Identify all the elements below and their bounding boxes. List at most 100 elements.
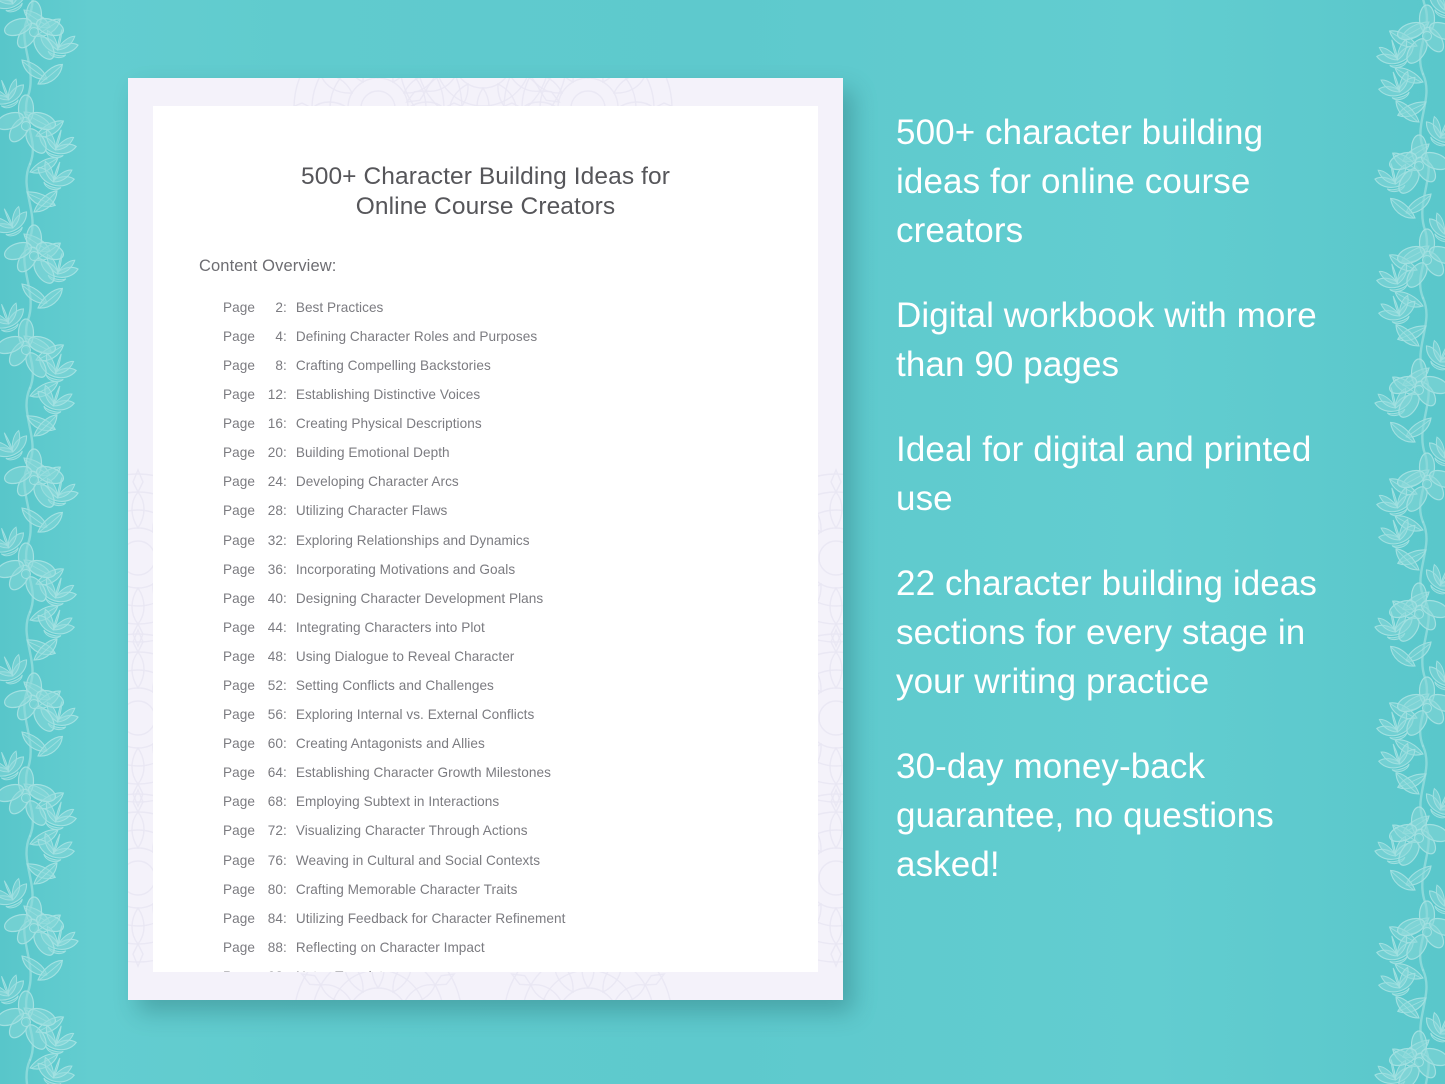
toc-section-title: Reflecting on Character Impact <box>295 939 485 955</box>
toc-row[interactable]: Page92:Notes Template <box>223 962 818 972</box>
toc-row[interactable]: Page 40: Designing Character Development P… <box>223 584 818 613</box>
toc-page-label: Page <box>223 794 255 810</box>
toc-page-label: Page <box>223 328 255 344</box>
toc-section-title: Integrating Characters into Plot <box>295 619 485 635</box>
toc-separator: : <box>283 852 287 868</box>
workbook-preview-card[interactable]: 500+ Character Building Ideas for Online… <box>128 78 843 1000</box>
toc-row[interactable]: Page 2: Best Practices <box>223 293 818 322</box>
content-overview-label: Content Overview: <box>199 256 337 275</box>
toc-row[interactable]: Page 16: Creating Physical Descriptions <box>223 409 818 438</box>
toc-separator: : <box>283 299 287 315</box>
toc-row[interactable]: Page 68: Employing Subtext in Interactions <box>223 787 818 816</box>
toc-row[interactable]: Page 56: Exploring Internal vs. External C… <box>223 700 818 729</box>
page-title-line-2: Online Course Creators <box>355 192 616 220</box>
toc-page-label: Page <box>223 707 255 723</box>
toc-page-number: 48 <box>267 648 283 664</box>
toc-page-label: Page <box>223 962 261 972</box>
toc-section-title: Crafting Memorable Character Traits <box>295 881 518 897</box>
toc-row[interactable]: Page 20: Building Emotional Depth <box>223 438 818 467</box>
toc-page-number: 76 <box>267 852 283 868</box>
toc-page-number: 36 <box>267 561 283 577</box>
toc-page-number: 80 <box>267 881 283 897</box>
toc-row[interactable]: Page 52: Setting Conflicts and Challenges <box>223 671 818 700</box>
promo-feature-1: 500+ character building ideas for online… <box>896 113 1264 250</box>
toc-page-label: Page <box>223 474 255 490</box>
toc-page-label: Page <box>223 299 255 315</box>
toc-page-label: Page <box>223 590 255 606</box>
toc-row[interactable]: Page 44: Integrating Characters into Plot <box>223 613 818 642</box>
toc-page-number: 12 <box>267 387 283 403</box>
toc-row[interactable]: Page 88: Reflecting on Character Impact <box>223 933 818 962</box>
promo-feature-list: 500+ character building ideas for online… <box>896 108 1348 889</box>
toc-page-number: 52 <box>267 677 283 693</box>
toc-separator: : <box>283 357 287 373</box>
toc-page-label: Page <box>223 881 255 897</box>
toc-separator: : <box>283 590 287 606</box>
toc-page-label: Page <box>223 619 255 635</box>
toc-separator: : <box>283 677 287 693</box>
toc-page-number: 16 <box>267 416 283 432</box>
toc-section-title: Creating Physical Descriptions <box>295 416 482 432</box>
toc-section-title: Utilizing Character Flaws <box>295 503 448 519</box>
toc-row[interactable]: Page 32: Exploring Relationships and Dynam… <box>223 526 818 555</box>
page-title: 500+ Character Building Ideas for Online… <box>153 106 818 222</box>
toc-section-title: Best Practices <box>295 299 384 315</box>
toc-page-number: 84 <box>267 910 283 926</box>
toc-section-title: Using Dialogue to Reveal Character <box>295 648 515 664</box>
toc-separator: : <box>283 416 287 432</box>
toc-row[interactable]: Page 64: Establishing Character Growth Mil… <box>223 758 818 787</box>
toc-separator: : <box>283 910 287 926</box>
toc-row[interactable]: Page 80: Crafting Memorable Character Trai… <box>223 875 818 904</box>
table-of-contents: Page 2: Best Practices Page 4: Defining Chara… <box>153 276 818 972</box>
toc-section-title: Establishing Distinctive Voices <box>295 387 481 403</box>
toc-page-label: Page <box>223 852 255 868</box>
toc-page-label: Page <box>223 445 255 461</box>
toc-row[interactable]: Page 48: Using Dialogue to Reveal Characte… <box>223 642 818 671</box>
toc-separator: : <box>283 736 287 752</box>
toc-page-number: 4 <box>275 328 283 344</box>
product-listing-image: 500+ Character Building Ideas for Online… <box>0 0 1445 1084</box>
toc-page-label: Page <box>223 765 255 781</box>
toc-section-title: Weaving in Cultural and Social Contexts <box>295 852 541 868</box>
toc-section-title: Defining Character Roles and Purposes <box>295 328 538 344</box>
toc-section-title: Developing Character Arcs <box>295 474 459 490</box>
promo-feature-2: Digital workbook with more than 90 pages <box>896 296 1317 384</box>
toc-page-label: Page <box>223 561 255 577</box>
toc-section-title: Building Emotional Depth <box>295 445 450 461</box>
toc-page-number: 60 <box>267 736 283 752</box>
toc-page-number: 68 <box>267 794 283 810</box>
toc-row[interactable]: Page 60: Creating Antagonists and Allies <box>223 729 818 758</box>
toc-section-title: Exploring Relationships and Dynamics <box>295 532 530 548</box>
promo-feature-5: 30-day money-back guarantee, no question… <box>896 747 1274 884</box>
toc-row[interactable]: Page 84: Utilizing Feedback for Character … <box>223 904 818 933</box>
toc-row[interactable]: Page 76: Weaving in Cultural and Social Co… <box>223 846 818 875</box>
toc-page-number: 92 <box>261 962 283 972</box>
toc-row[interactable]: Page 24: Developing Character Arcs <box>223 467 818 496</box>
toc-section-title: Setting Conflicts and Challenges <box>295 677 494 693</box>
toc-row[interactable]: Page 36: Incorporating Motivations and Goa… <box>223 555 818 584</box>
promo-feature-3: Ideal for digital and printed use <box>896 430 1312 518</box>
toc-row[interactable]: Page 28: Utilizing Character Flaws <box>223 496 818 525</box>
toc-page-number: 88 <box>267 939 283 955</box>
toc-separator: : <box>283 962 296 972</box>
toc-section-title: Notes Template <box>296 962 391 972</box>
toc-page-number: 56 <box>267 707 283 723</box>
toc-page-label: Page <box>223 387 255 403</box>
toc-row[interactable]: Page 4: Defining Character Roles and Purpo… <box>223 322 818 351</box>
toc-separator: : <box>283 707 287 723</box>
toc-section-title: Designing Character Development Plans <box>295 590 544 606</box>
toc-row[interactable]: Page 8: Crafting Compelling Backstories <box>223 351 818 380</box>
toc-page-number: 44 <box>267 619 283 635</box>
toc-page-number: 2 <box>275 299 283 315</box>
toc-row[interactable]: Page 72: Visualizing Character Through Act… <box>223 816 818 845</box>
toc-section-title: Incorporating Motivations and Goals <box>295 561 516 577</box>
toc-section-title: Visualizing Character Through Actions <box>295 823 528 839</box>
toc-page-label: Page <box>223 910 255 926</box>
toc-section-title: Employing Subtext in Interactions <box>295 794 500 810</box>
toc-page-label: Page <box>223 357 255 373</box>
toc-separator: : <box>283 445 287 461</box>
toc-separator: : <box>283 503 287 519</box>
toc-page-number: 24 <box>267 474 283 490</box>
toc-row[interactable]: Page 12: Establishing Distinctive Voices <box>223 380 818 409</box>
toc-page-label: Page <box>223 416 255 432</box>
